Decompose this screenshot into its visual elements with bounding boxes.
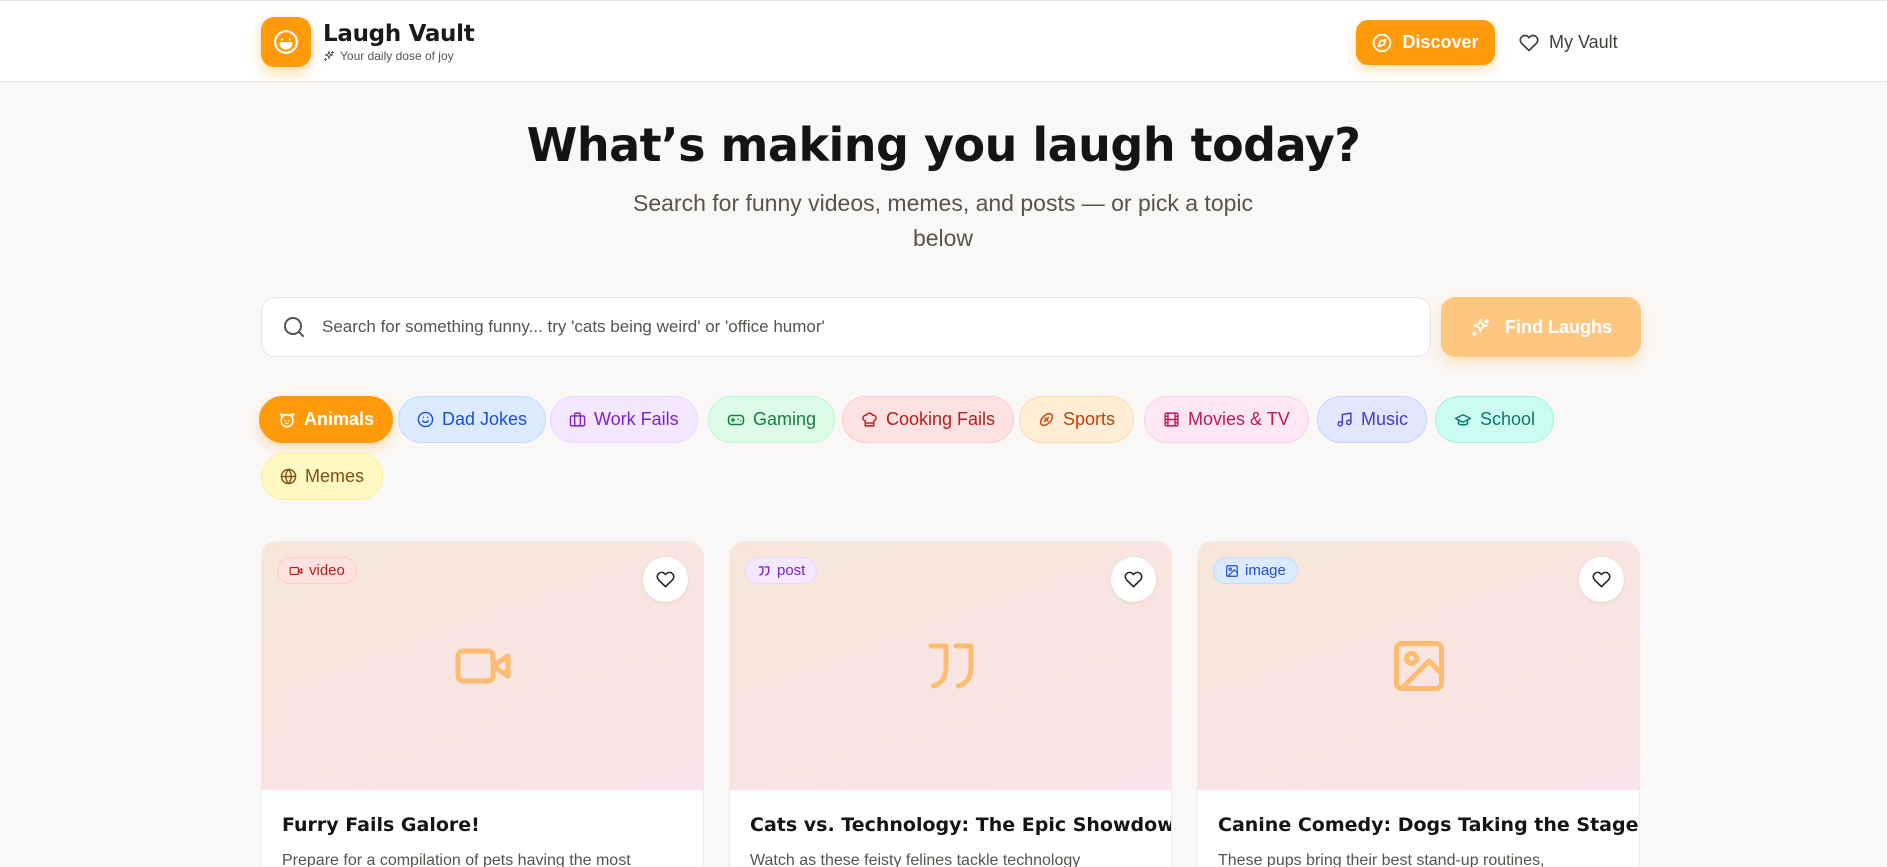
card-title[interactable]: Canine Comedy: Dogs Taking the Stage! xyxy=(1218,814,1639,836)
topic-chip-cooking-fails[interactable]: Cooking Fails xyxy=(842,396,1015,443)
favorite-button[interactable] xyxy=(643,557,688,602)
find-laughs-label: Find Laughs xyxy=(1505,316,1612,337)
my-vault-button[interactable]: My Vault xyxy=(1519,20,1625,65)
ball-icon xyxy=(1039,412,1054,427)
type-badge-label: image xyxy=(1245,562,1286,579)
my-vault-label: My Vault xyxy=(1549,32,1618,52)
topic-chip-animals[interactable]: Animals xyxy=(259,396,394,443)
topic-chip-work-fails[interactable]: Work Fails xyxy=(550,396,698,443)
type-badge-label: video xyxy=(309,562,345,579)
gamepad-icon xyxy=(727,414,745,425)
card-thumbnail[interactable]: post xyxy=(730,542,1171,790)
type-badge: post xyxy=(745,557,818,584)
card-description: Prepare for a compilation of pets having… xyxy=(282,852,631,867)
sparkles-icon xyxy=(324,51,334,61)
brand-subtitle: Your daily dose of joy xyxy=(323,49,454,63)
top-header: Laugh Vault Your daily dose of joy Disco… xyxy=(0,0,1887,82)
globe-icon xyxy=(280,468,297,485)
search-input[interactable] xyxy=(322,298,1412,356)
search-bar xyxy=(261,297,1431,357)
smile-icon xyxy=(417,411,434,428)
content-card[interactable]: video Furry Fails Galore! Prepare for a … xyxy=(261,541,704,867)
favorite-button[interactable] xyxy=(1111,557,1156,602)
video-icon xyxy=(289,566,303,575)
sparkles-icon xyxy=(1471,318,1490,336)
page-subtitle: Search for funny videos, memes, and post… xyxy=(633,190,1254,251)
card-title[interactable]: Furry Fails Galore! xyxy=(282,814,692,836)
image-icon xyxy=(1393,641,1444,691)
brand-subtitle-text: Your daily dose of joy xyxy=(340,49,454,63)
laugh-face-icon xyxy=(274,30,298,54)
quote-icon xyxy=(928,643,973,689)
card-description: These pups bring their best stand-up rou… xyxy=(1218,852,1545,867)
paw-icon xyxy=(279,412,295,427)
card-thumbnail[interactable]: image xyxy=(1198,542,1639,790)
type-badge: video xyxy=(277,557,357,584)
graduation-cap-icon xyxy=(1454,413,1472,426)
quote-icon xyxy=(758,565,770,576)
type-badge-label: post xyxy=(777,562,806,579)
search-icon xyxy=(284,317,304,337)
find-laughs-button[interactable]: Find Laughs xyxy=(1441,297,1641,357)
heart-icon xyxy=(1519,34,1539,51)
card-thumbnail[interactable]: video xyxy=(262,542,703,790)
chip-label: Movies & TV xyxy=(1188,409,1290,429)
discover-button[interactable]: Discover xyxy=(1356,20,1495,65)
video-icon xyxy=(455,648,510,684)
topic-chip-movies-tv[interactable]: Movies & TV xyxy=(1144,396,1309,443)
card-description: Watch as these feisty felines tackle tec… xyxy=(750,852,1081,867)
chip-label: Animals xyxy=(304,409,375,429)
chip-label: Gaming xyxy=(753,409,817,429)
music-icon xyxy=(1337,412,1352,427)
content-card[interactable]: image Canine Comedy: Dogs Taking the Sta… xyxy=(1197,541,1640,867)
card-title[interactable]: Cats vs. Technology: The Epic Showdown xyxy=(750,814,1171,836)
briefcase-icon xyxy=(569,412,586,427)
topic-chip-music[interactable]: Music xyxy=(1317,396,1428,443)
heart-icon xyxy=(1124,571,1143,588)
topic-chip-sports[interactable]: Sports xyxy=(1019,396,1135,443)
image-icon xyxy=(1226,564,1238,577)
favorite-button[interactable] xyxy=(1579,557,1624,602)
chip-label: Dad Jokes xyxy=(442,409,528,429)
topic-chip-dad-jokes[interactable]: Dad Jokes xyxy=(398,396,547,443)
topic-chip-school[interactable]: School xyxy=(1435,396,1555,443)
content-card[interactable]: post Cats vs. Technology: The Epic Showd… xyxy=(729,541,1172,867)
discover-label: Discover xyxy=(1402,32,1479,52)
chip-label: Memes xyxy=(305,466,365,486)
type-badge: image xyxy=(1213,557,1298,584)
chip-label: Sports xyxy=(1063,409,1116,429)
logo[interactable] xyxy=(261,17,311,67)
page-title: What’s making you laugh today? xyxy=(526,118,1361,172)
brand-title: Laugh Vault xyxy=(323,21,475,47)
chip-label: Music xyxy=(1361,409,1409,429)
film-icon xyxy=(1164,412,1179,427)
topic-chip-memes[interactable]: Memes xyxy=(261,453,384,500)
chip-label: Work Fails xyxy=(594,409,679,429)
heart-icon xyxy=(1592,571,1611,588)
chef-hat-icon xyxy=(862,412,877,427)
heart-icon xyxy=(656,571,675,588)
topic-chip-gaming[interactable]: Gaming xyxy=(708,396,836,443)
chip-label: Cooking Fails xyxy=(886,409,996,429)
chip-label: School xyxy=(1480,409,1536,429)
compass-icon xyxy=(1373,33,1392,52)
